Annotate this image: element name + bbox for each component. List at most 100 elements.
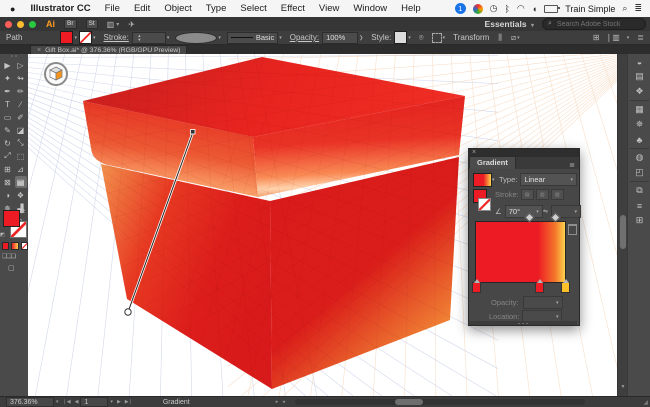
opacity-label[interactable]: Opacity:	[290, 33, 319, 42]
direct-selection-tool[interactable]: ▷	[15, 59, 27, 71]
menu-item-effect[interactable]: Effect	[274, 0, 312, 17]
align-icon[interactable]: ⫼	[498, 33, 502, 43]
menu-item-type[interactable]: Type	[199, 0, 234, 17]
stock-search-input[interactable]	[555, 20, 629, 29]
menu-item-help[interactable]: Help	[394, 0, 428, 17]
bluetooth-icon[interactable]: ᛒ	[505, 4, 510, 14]
fill-chevron[interactable]: ▾	[74, 35, 77, 41]
battery-icon[interactable]	[544, 5, 558, 13]
selection-tool[interactable]: ▶	[2, 59, 14, 71]
line-segment-tool[interactable]: ∕	[15, 98, 27, 110]
eraser-tool[interactable]: ◪	[15, 124, 27, 136]
color-guide-panel-icon[interactable]: ❖	[628, 84, 650, 99]
menu-list-icon[interactable]: ≣	[637, 33, 644, 42]
pencil-tool[interactable]: ✎	[2, 124, 14, 136]
gradient-panel-tab[interactable]: Gradient	[469, 156, 516, 169]
stroke-weight-stepper[interactable]: ▲▼	[136, 34, 143, 42]
scroll-right-icon[interactable]: ◂	[282, 399, 285, 405]
creative-cloud-icon[interactable]	[473, 4, 483, 14]
gradient-slider[interactable]	[475, 221, 566, 283]
artboard-chevron[interactable]: ▾	[110, 399, 113, 405]
menubar-account-name[interactable]: Train Simple	[565, 4, 615, 14]
opacity-field[interactable]: 100%	[322, 32, 358, 44]
curvature-tool[interactable]: ✏	[15, 85, 27, 97]
gradient-preset-thumbnail[interactable]	[473, 173, 492, 187]
transform-link[interactable]: Transform	[453, 33, 489, 42]
swap-fill-stroke-icon[interactable]: ⇄	[20, 208, 25, 215]
delete-stop-icon[interactable]	[568, 224, 577, 235]
shape-properties-icon[interactable]: ⧄	[511, 33, 516, 43]
share-icon[interactable]: ✈	[128, 20, 135, 29]
menu-item-illustrator-cc[interactable]: Illustrator CC	[23, 0, 97, 17]
blend-tool[interactable]: ❖	[15, 189, 27, 201]
document-setup-icon[interactable]: ⌾	[419, 33, 424, 43]
graphic-styles-panel-icon[interactable]: ♣	[628, 132, 650, 147]
type-tool[interactable]: T	[2, 98, 14, 110]
magic-wand-tool[interactable]: ✦	[2, 72, 14, 84]
panel-stroke-swatch[interactable]	[478, 198, 491, 211]
free-transform-tool[interactable]: ⬚	[15, 150, 27, 162]
gradient-end-handle[interactable]	[191, 130, 196, 135]
color-button[interactable]	[2, 242, 9, 250]
stock-search-box[interactable]: ⌕	[542, 18, 646, 30]
paintbrush-tool[interactable]: ✐	[15, 111, 27, 123]
default-fill-stroke-icon[interactable]: ◩	[0, 232, 5, 238]
plane-switching-widget[interactable]	[45, 63, 67, 85]
panel-menu-icon[interactable]: ≣	[569, 161, 579, 169]
gradient-origin-handle[interactable]	[125, 309, 131, 315]
minimize-window-button[interactable]	[17, 21, 24, 28]
stroke-color-swatch[interactable]	[79, 31, 92, 44]
stroke-along-icon[interactable]: ▥	[536, 189, 549, 200]
horizontal-scrollbar-thumb[interactable]	[395, 399, 423, 405]
variable-width-chevron[interactable]: ▾	[218, 35, 221, 41]
gradient-angle-field[interactable]: 70° ▾	[505, 205, 543, 218]
symbols-panel-icon[interactable]: ✵	[628, 117, 650, 132]
drawing-modes-icon[interactable]: ❏❏❏	[2, 253, 15, 260]
apple-menu-icon[interactable]: ●	[10, 4, 15, 14]
style-chevron[interactable]: ▾	[408, 35, 411, 41]
stroke-chevron[interactable]: ▾	[93, 35, 96, 41]
arrange-documents-icon[interactable]: ▥	[107, 20, 115, 29]
none-button[interactable]	[21, 242, 28, 250]
opacity-expand[interactable]: ❯	[359, 35, 363, 41]
rotate-tool[interactable]: ↻	[2, 137, 14, 149]
perspective-grid-tool[interactable]: ⊿	[15, 163, 27, 175]
stroke-weight-field[interactable]: ▲▼	[132, 32, 166, 44]
scroll-down-icon[interactable]: ▼	[619, 384, 627, 390]
wifi-icon[interactable]: ◠	[517, 3, 525, 14]
time-machine-icon[interactable]: ◷	[490, 3, 498, 14]
brush-definition-menu[interactable]: Basic	[227, 32, 278, 44]
stock-button[interactable]: St	[86, 19, 98, 29]
menu-item-object[interactable]: Object	[157, 0, 198, 17]
zoom-chevron[interactable]: ▾	[56, 399, 59, 405]
bridge-button[interactable]: Br	[64, 19, 77, 29]
rectangle-tool[interactable]: ▭	[2, 111, 14, 123]
gradient-panel-icon[interactable]: ▤	[628, 69, 650, 84]
stroke-across-icon[interactable]: ▧	[551, 189, 564, 200]
close-window-button[interactable]	[5, 21, 12, 28]
menu-item-select[interactable]: Select	[233, 0, 273, 17]
select-similar-icon[interactable]	[432, 33, 442, 43]
scroll-left-icon[interactable]: ▸	[276, 399, 279, 405]
panel-layout-icon[interactable]: ❘▥	[606, 33, 620, 42]
menu-item-window[interactable]: Window	[346, 0, 394, 17]
vertical-scrollbar-thumb[interactable]	[620, 215, 626, 249]
style-swatch[interactable]	[394, 31, 407, 44]
gradient-button[interactable]	[11, 242, 18, 250]
gradient-stop-2[interactable]	[561, 282, 570, 293]
gradient-stop-1[interactable]	[535, 282, 544, 293]
color-panel-icon[interactable]: ◒	[628, 54, 650, 69]
lasso-tool[interactable]: ↬	[15, 72, 27, 84]
brush-chevron[interactable]: ▾	[279, 35, 282, 41]
window-resize-grip[interactable]: ◢	[643, 399, 648, 406]
eyedropper-tool[interactable]: ◑	[2, 189, 14, 201]
first-artboard-icon[interactable]: ❘◀	[63, 399, 71, 405]
export-panel-icon[interactable]: ⧉	[628, 183, 650, 198]
last-artboard-icon[interactable]: ▶❘	[125, 399, 133, 405]
shape-properties-chevron[interactable]: ▾	[517, 35, 520, 41]
notification-badge[interactable]: 1	[455, 3, 466, 14]
select-similar-chevron[interactable]: ▾	[443, 35, 446, 41]
gradient-type-select[interactable]: Linear ▾	[520, 173, 577, 186]
screen-mode-icon[interactable]: ▢	[8, 264, 15, 272]
fill-color-swatch[interactable]	[60, 31, 73, 44]
